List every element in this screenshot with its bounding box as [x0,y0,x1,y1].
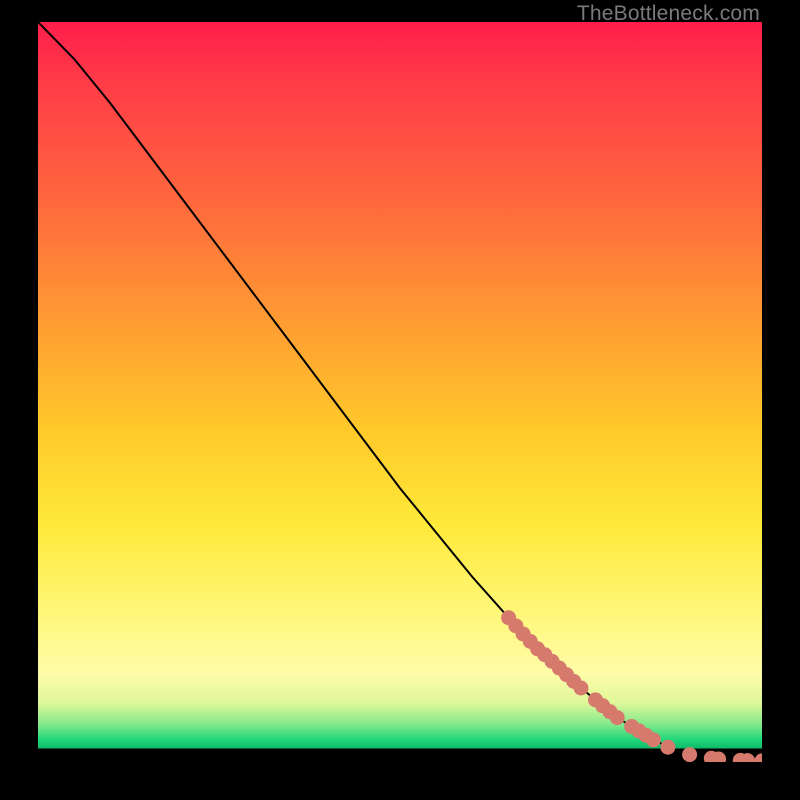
marker-point [508,618,523,633]
marker-point [501,610,516,625]
marker-point [537,647,552,662]
marker-point [733,753,748,762]
chart-frame: TheBottleneck.com [0,0,800,800]
marker-point [755,753,763,762]
curve-markers [501,610,762,762]
marker-point [530,641,545,656]
plot-area [38,22,762,762]
marker-point [595,698,610,713]
marker-point [624,719,639,734]
marker-point [523,634,538,649]
curve-line [38,22,762,761]
marker-point [588,692,603,707]
marker-point [711,752,726,762]
marker-point [610,710,625,725]
marker-point [740,753,755,762]
marker-point [602,704,617,719]
marker-point [566,674,581,689]
marker-point [639,728,654,743]
marker-point [516,626,531,641]
marker-point [660,740,675,755]
marker-point [545,654,560,669]
marker-point [704,751,719,762]
marker-point [682,747,697,762]
marker-point [552,661,567,676]
chart-svg [38,22,762,762]
marker-point [631,723,646,738]
marker-point [646,732,661,747]
marker-point [559,667,574,682]
marker-point [574,681,589,696]
